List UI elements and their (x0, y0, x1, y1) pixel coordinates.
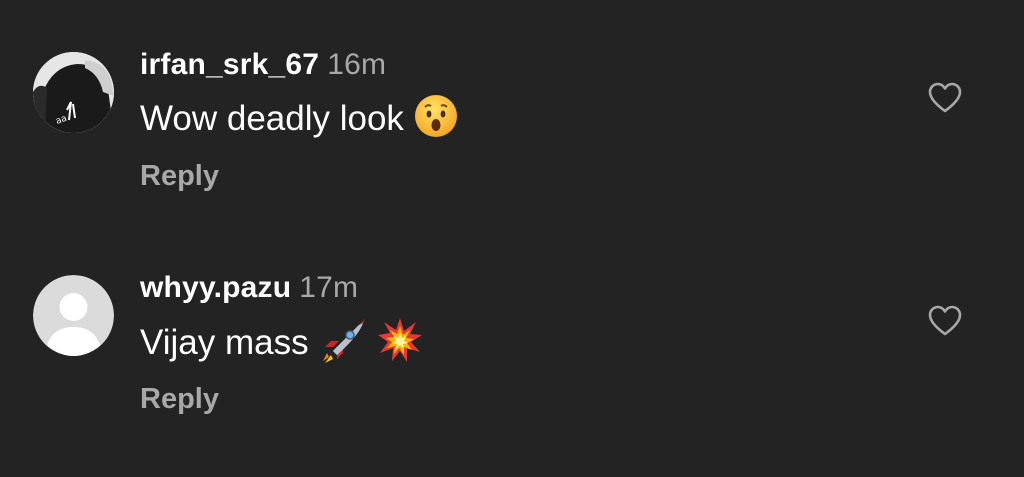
reply-button[interactable]: Reply (140, 160, 219, 193)
default-avatar-icon (33, 275, 114, 356)
reply-button[interactable]: Reply (140, 383, 219, 416)
username[interactable]: whyy.pazu (140, 271, 291, 304)
username[interactable]: irfan_srk_67 (140, 48, 319, 81)
avatar[interactable] (33, 275, 114, 356)
comment-username-line: whyy.pazu 17m (140, 271, 358, 305)
heart-outline-icon[interactable] (928, 305, 962, 337)
avatar[interactable]: aa (33, 52, 114, 133)
collision-emoji-icon (377, 317, 423, 372)
comment-timestamp: 17m (299, 271, 359, 304)
comment-body: Wow deadly look (140, 98, 404, 138)
heart-outline-icon[interactable] (928, 82, 962, 114)
comment-text-line: Wow deadly look (140, 94, 458, 147)
comment-body: Vijay mass (140, 322, 309, 362)
astonished-face-emoji-icon (414, 94, 458, 147)
comment-text-line: Vijay mass (140, 317, 423, 372)
comment-username-line: irfan_srk_67 16m (140, 48, 386, 82)
user-photo-avatar: aa (33, 52, 114, 133)
rocket-emoji-icon (319, 317, 367, 372)
comment-timestamp: 16m (327, 48, 387, 81)
